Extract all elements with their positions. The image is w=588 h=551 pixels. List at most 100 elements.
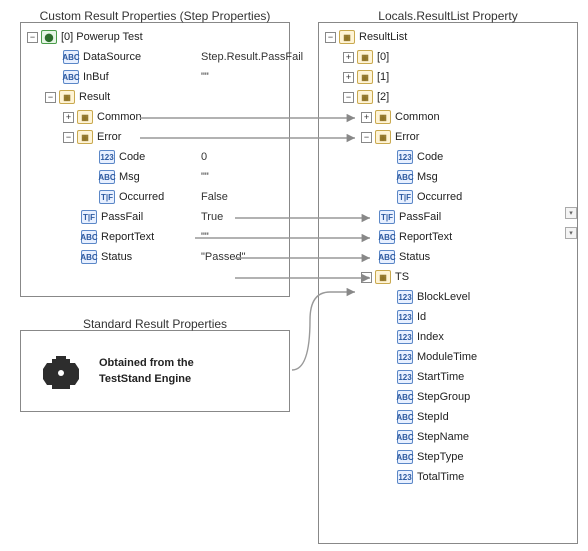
bool-icon: T|F xyxy=(397,190,413,204)
obj-icon: ▦ xyxy=(375,270,391,284)
row-root[interactable]: −⬤ [0] Powerup Test xyxy=(23,27,287,47)
custom-panel-title: Custom Result Properties (Step Propertie… xyxy=(21,9,289,23)
num-icon: 123 xyxy=(397,330,413,344)
lbl: Msg xyxy=(417,171,438,183)
num-icon: 123 xyxy=(397,310,413,324)
lbl: Msg xyxy=(119,171,140,183)
r-occurred[interactable]: T|FOccurredFalse xyxy=(321,187,575,207)
r-steptype[interactable]: ABCStepType"PassFailTest" xyxy=(321,447,575,467)
expander[interactable]: + xyxy=(343,52,354,63)
val: 0 xyxy=(201,151,207,163)
r-root[interactable]: −▦ResultList xyxy=(321,27,575,47)
row-code[interactable]: 123 Code 0 xyxy=(23,147,287,167)
row-inbuf[interactable]: ABCInBuf"" xyxy=(23,67,287,87)
val: Step.Result.PassFail xyxy=(201,51,303,63)
expander[interactable]: + xyxy=(343,72,354,83)
r-blocklevel[interactable]: 123BlockLevel0 xyxy=(321,287,575,307)
r-1[interactable]: +▦[1] xyxy=(321,67,575,87)
lbl: StepName xyxy=(417,431,469,443)
lbl: Result xyxy=(79,91,110,103)
r-starttime[interactable]: 123StartTime684867.5111908 xyxy=(321,367,575,387)
obj-icon: ▦ xyxy=(375,130,391,144)
r-id[interactable]: 123Id767 xyxy=(321,307,575,327)
r-reporttext[interactable]: ABCReportText"" xyxy=(321,227,575,247)
num-icon: 123 xyxy=(397,370,413,384)
r-msg[interactable]: ABCMsg"" xyxy=(321,167,575,187)
lbl: Status xyxy=(101,251,132,263)
r-index[interactable]: 123Index0 xyxy=(321,327,575,347)
dropdown-icon[interactable]: ▾ xyxy=(565,207,577,219)
r-stepid[interactable]: ABCStepId"ID#:Jt9NlbPHP... xyxy=(321,407,575,427)
lbl: [0] Powerup Test xyxy=(61,31,143,43)
expander[interactable]: − xyxy=(361,272,372,283)
row-status[interactable]: ABC Status "Passed" xyxy=(23,247,287,267)
expander[interactable]: − xyxy=(45,92,56,103)
lbl: BlockLevel xyxy=(417,291,470,303)
num-icon: 123 xyxy=(99,150,115,164)
bool-icon: T|F xyxy=(81,210,97,224)
lbl: ModuleTime xyxy=(417,351,477,363)
engine-icon xyxy=(41,353,81,389)
lbl: [2] xyxy=(377,91,389,103)
lbl: DataSource xyxy=(83,51,141,63)
r-common[interactable]: +▦Common xyxy=(321,107,575,127)
lbl: ReportText xyxy=(399,231,452,243)
abc-icon: ABC xyxy=(379,230,395,244)
obj-icon: ▦ xyxy=(77,110,93,124)
expander[interactable]: + xyxy=(361,112,372,123)
expander[interactable]: + xyxy=(63,112,74,123)
lbl: Error xyxy=(97,131,121,143)
val: "" xyxy=(201,171,209,183)
std-panel-title: Standard Result Properties xyxy=(21,317,289,331)
lbl: Status xyxy=(399,251,430,263)
row-msg[interactable]: ABC Msg "" xyxy=(23,167,287,187)
std-line2: TestStand Engine xyxy=(99,373,191,385)
obj-icon: ▦ xyxy=(357,90,373,104)
dropdown-icon[interactable]: ▾ xyxy=(565,227,577,239)
row-datasource[interactable]: ABCDataSourceStep.Result.PassFail xyxy=(23,47,287,67)
r-totaltime[interactable]: 123TotalTime0.0003907 xyxy=(321,467,575,487)
r-status[interactable]: ABCStatus"Passed" xyxy=(321,247,575,267)
obj-icon: ▦ xyxy=(375,110,391,124)
r-2[interactable]: −▦ [2] xyxy=(321,87,575,107)
abc-icon: ABC xyxy=(397,170,413,184)
abc-icon: ABC xyxy=(379,250,395,264)
r-ts[interactable]: −▦ TS xyxy=(321,267,575,287)
r-stepname[interactable]: ABCStepName"Powerup Test" xyxy=(321,427,575,447)
lbl: ResultList xyxy=(359,31,407,43)
expander[interactable]: − xyxy=(343,92,354,103)
standard-properties-panel: Standard Result Properties Obtained from… xyxy=(20,330,290,412)
lbl: PassFail xyxy=(101,211,143,223)
row-error[interactable]: −▦Error xyxy=(23,127,287,147)
row-common[interactable]: +▦Common xyxy=(23,107,287,127)
r-error[interactable]: −▦Error xyxy=(321,127,575,147)
row-reporttext[interactable]: ABCReportText"" xyxy=(23,227,287,247)
abc-icon: ABC xyxy=(99,170,115,184)
module-icon: ⬤ xyxy=(41,30,57,44)
r-stepgroup[interactable]: ABCStepGroup"Main" xyxy=(321,387,575,407)
abc-icon: ABC xyxy=(81,250,97,264)
expander[interactable]: − xyxy=(63,132,74,143)
lbl: Occurred xyxy=(417,191,462,203)
r-moduletime[interactable]: 123ModuleTime0.0003446 xyxy=(321,347,575,367)
r-passfail[interactable]: T|FPassFailTrue xyxy=(321,207,575,227)
lbl: TS xyxy=(395,271,409,283)
lbl: Occurred xyxy=(119,191,164,203)
lbl: StepType xyxy=(417,451,463,463)
abc-icon: ABC xyxy=(397,390,413,404)
obj-icon: ▦ xyxy=(357,50,373,64)
val: "Passed" xyxy=(201,251,246,263)
row-passfail[interactable]: T|FPassFailTrue xyxy=(23,207,287,227)
val: "" xyxy=(201,231,209,243)
expander[interactable]: − xyxy=(27,32,38,43)
row-occurred[interactable]: T|FOccurredFalse xyxy=(23,187,287,207)
row-result[interactable]: −▦Result xyxy=(23,87,287,107)
std-text: Obtained from theTestStand Engine xyxy=(99,355,194,386)
lbl: Code xyxy=(119,151,145,163)
r-code[interactable]: 123Code0 xyxy=(321,147,575,167)
expander[interactable]: − xyxy=(361,132,372,143)
lbl: StepId xyxy=(417,411,449,423)
expander[interactable]: − xyxy=(325,32,336,43)
r-0[interactable]: +▦[0] xyxy=(321,47,575,67)
lbl: [1] xyxy=(377,71,389,83)
